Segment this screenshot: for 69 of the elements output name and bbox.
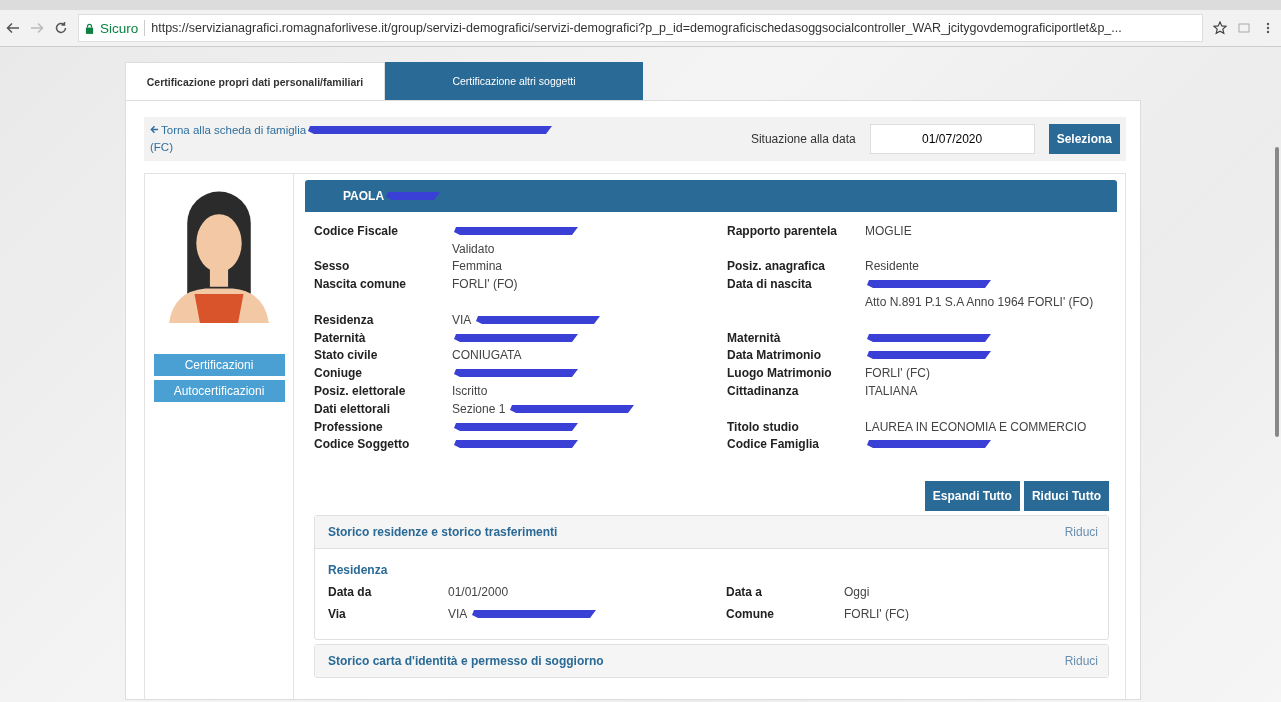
field-label: Data a [726,585,764,600]
side-button[interactable]: Certificazioni [153,354,285,376]
field-label: Paternità [314,330,367,345]
field-value: Iscritto [452,384,488,399]
side-button[interactable]: Autocertificazioni [153,380,285,402]
back-link[interactable]: Torna alla scheda di famiglia [150,124,307,136]
field-value: Validato [452,241,495,256]
field-label: Comune [726,607,775,622]
date-field[interactable]: 01/07/2020 [869,124,1035,154]
field-label: Luogo Matrimonio [727,366,833,381]
collapse-link[interactable]: Riduci [1064,525,1098,540]
field-value: Oggi [844,585,870,600]
lock-icon [85,22,94,34]
section-title: Storico carta d'identità e permesso di soggiorno [328,654,604,669]
section-header[interactable]: Storico residenze e storico trasferimenti Riduci [315,516,1108,550]
field-value: Sezione 1 [452,401,506,416]
field-label: Via [328,607,347,622]
field-label: Dati elettorali [314,401,392,416]
field-label: Professione [314,419,384,434]
person-name: PAOLA [343,189,385,203]
field-label: Data Matrimonio [727,348,822,363]
field-label: Rapporto parentela [727,223,838,238]
field-label: Codice Fiscale [314,223,400,238]
field-label: Posiz. anagrafica [727,259,827,274]
star-icon[interactable] [1213,21,1227,35]
tab[interactable]: Certificazione altri soggetti [385,62,643,100]
tab[interactable]: Certificazione propri dati personali/familiari [125,62,385,100]
field-label: Data di nascita [727,277,813,292]
back-link-text[interactable]: (FC) [150,141,173,153]
field-value: Femmina [452,259,502,274]
section-subtitle: Residenza [328,563,389,578]
back-arrow-icon[interactable] [6,21,20,35]
field-value: MOGLIE [865,223,912,238]
field-value: Atto N.891 P.1 S.A Anno 1964 FORLI' (FO) [865,295,1094,310]
field-label: Cittadinanza [727,384,800,399]
field-value: FORLI' (FC) [844,607,909,622]
field-value: Residente [865,259,920,274]
field-value: FORLI' (FO) [452,277,518,292]
field-value: 01/01/2000 [448,585,509,600]
field-value: VIA [452,312,472,327]
secure-label: Sicuro [100,20,139,36]
field-label: Coniuge [314,366,363,381]
field-label: Maternità [727,330,782,345]
field-value: ITALIANA [865,384,918,399]
field-value: LAUREA IN ECONOMIA E COMMERCIO [865,419,1087,434]
field-label: Stato civile [314,348,379,363]
field-label: Titolo studio [727,419,800,434]
field-label: Data da [328,585,373,600]
field-label: Codice Soggetto [314,437,411,452]
field-value: VIA [448,607,468,622]
field-label: Sesso [314,259,351,274]
reload-icon[interactable] [54,21,68,35]
field-label: Posiz. elettorale [314,384,407,399]
url-text: https://servizianagrafici.romagnaforlivese.it/group/servizi-demografici/servizi-demografici?p_p_id=demograficischedasoggsocialcontroller_WAR_jcitygovdemograficiportlet&p_... [151,21,1122,35]
field-value: CONIUGATA [452,348,522,363]
scrollbar[interactable] [1275,147,1279,437]
section-header[interactable]: Storico carta d'identità e permesso di soggiorno Riduci [315,645,1108,678]
section-title: Storico residenze e storico trasferimenti [328,525,558,540]
left-arrow-icon [150,125,159,134]
field-label: Nascita comune [314,277,408,292]
field-label: Residenza [314,312,375,327]
field-value: FORLI' (FC) [865,366,930,381]
collapse-link[interactable]: Riduci [1064,654,1098,669]
address-bar[interactable]: Sicuro https://servizianagrafici.romagnaforlivese.it/group/servizi-demografici/servizi-demografici?p_p_id=demograficischedasoggsocialcontroller_WAR_jcitygovdemograficiportlet&p_... [78,14,1203,42]
select-button[interactable]: Seleziona [1048,124,1120,154]
action-button[interactable]: Riduci Tutto [1023,481,1109,512]
action-button[interactable]: Espandi Tutto [924,481,1020,512]
date-label: Situazione alla data [750,132,856,146]
field-label: Codice Famiglia [727,437,821,452]
